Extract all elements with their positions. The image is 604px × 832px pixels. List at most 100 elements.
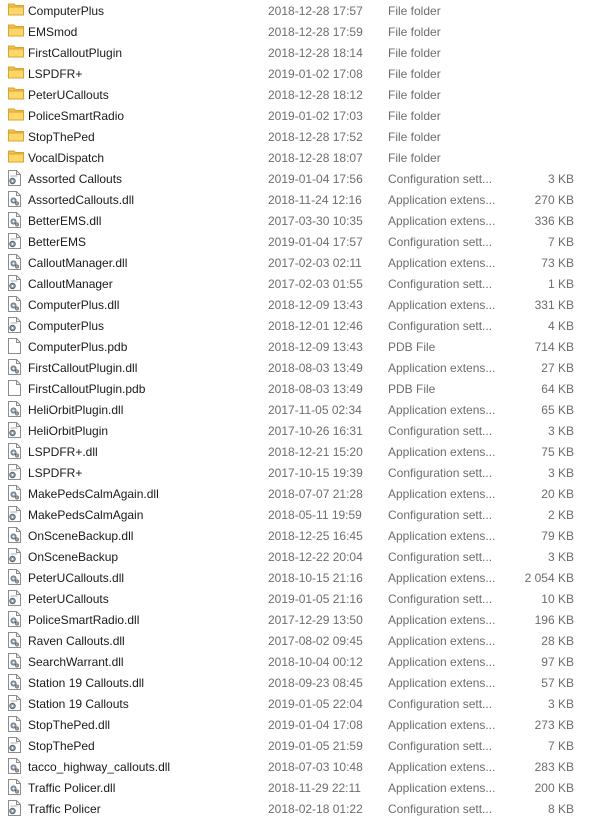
dll-file-icon (8, 674, 22, 690)
file-date-modified: 2018-12-28 17:59 (268, 25, 363, 39)
file-date-modified: 2018-12-22 20:04 (268, 550, 363, 564)
file-row[interactable]: FirstCalloutPlugin.dll 2018-08-03 13:49 Ap… (0, 357, 604, 378)
dll-file-icon (8, 191, 22, 207)
file-name: BetterEMS.dll (28, 214, 102, 228)
file-date-modified: 2018-09-23 08:45 (268, 676, 363, 690)
file-row[interactable]: Traffic Policer 2018-02-18 01:22 Configura… (0, 798, 604, 819)
file-row[interactable]: BetterEMS.dll 2017-03-30 10:35 Application… (0, 210, 604, 231)
file-row[interactable]: EMSmod 2018-12-28 17:59 File folder (0, 21, 604, 42)
folder-icon (8, 65, 24, 81)
file-row[interactable]: SearchWarrant.dll 2018-10-04 00:12 Applica… (0, 651, 604, 672)
file-row[interactable]: PeterUCallouts 2018-12-28 18:12 File folde… (0, 84, 604, 105)
file-type: Configuration sett... (388, 466, 493, 480)
file-type: Application extens... (388, 193, 496, 207)
file-row[interactable]: Raven Callouts.dll 2017-08-02 09:45 Applic… (0, 630, 604, 651)
file-row[interactable]: StopThePed 2019-01-05 21:59 Configuration … (0, 735, 604, 756)
file-row[interactable]: HeliOrbitPlugin 2017-10-26 16:31 Configura… (0, 420, 604, 441)
file-name: MakePedsCalmAgain.dll (28, 487, 159, 501)
file-row[interactable]: PoliceSmartRadio 2019-01-02 17:03 File fol… (0, 105, 604, 126)
file-row[interactable]: Traffic Policer.dll 2018-11-29 22:11 Appli… (0, 777, 604, 798)
file-row[interactable]: Station 19 Callouts.dll 2018-09-23 08:45 A… (0, 672, 604, 693)
file-name: LSPDFR+.dll (28, 445, 98, 459)
file-date-modified: 2017-02-03 02:11 (268, 256, 362, 270)
file-row[interactable]: CalloutManager 2017-02-03 01:55 Configurat… (0, 273, 604, 294)
file-date-modified: 2019-01-04 17:56 (268, 172, 363, 186)
file-row[interactable]: PoliceSmartRadio.dll 2017-12-29 13:50 Appl… (0, 609, 604, 630)
dll-file-icon (8, 716, 22, 732)
file-name: tacco_highway_callouts.dll (28, 760, 171, 774)
file-type: Configuration sett... (388, 592, 493, 606)
file-type: Configuration sett... (388, 739, 493, 753)
file-row[interactable]: ComputerPlus 2018-12-28 17:57 File folder (0, 0, 604, 21)
file-type: Configuration sett... (388, 235, 493, 249)
file-date-modified: 2019-01-05 22:04 (268, 697, 363, 711)
config-file-icon (8, 464, 22, 480)
config-file-icon (8, 422, 22, 438)
file-row[interactable]: MakePedsCalmAgain 2018-05-11 19:59 Configu… (0, 504, 604, 525)
file-name: MakePedsCalmAgain (28, 508, 144, 522)
file-row[interactable]: ComputerPlus.dll 2018-12-09 13:43 Applicat… (0, 294, 604, 315)
file-type: File folder (388, 4, 441, 18)
file-type: PDB File (388, 340, 436, 354)
file-row[interactable]: LSPDFR+.dll 2018-12-21 15:20 Application e… (0, 441, 604, 462)
file-row[interactable]: LSPDFR+ 2019-01-02 17:08 File folder (0, 63, 604, 84)
file-row[interactable]: MakePedsCalmAgain.dll 2018-07-07 21:28 App… (0, 483, 604, 504)
folder-icon (8, 86, 24, 102)
file-date-modified: 2018-12-25 16:45 (268, 529, 363, 543)
file-date-modified: 2018-12-28 17:52 (268, 130, 363, 144)
file-name: CalloutManager (28, 277, 113, 291)
file-size: 3 KB (547, 697, 574, 711)
file-list: ComputerPlus 2018-12-28 17:57 File folder E… (0, 0, 604, 819)
file-type: Application extens... (388, 655, 496, 669)
file-row[interactable]: LSPDFR+ 2017-10-15 19:39 Configuration set… (0, 462, 604, 483)
folder-icon (8, 149, 24, 165)
file-type: Application extens... (388, 403, 496, 417)
file-name: FirstCalloutPlugin (28, 46, 123, 60)
file-row[interactable]: AssortedCallouts.dll 2018-11-24 12:16 Appl… (0, 189, 604, 210)
file-row[interactable]: Station 19 Callouts 2019-01-05 22:04 Confi… (0, 693, 604, 714)
file-row[interactable]: StopThePed.dll 2019-01-04 17:08 Applicatio… (0, 714, 604, 735)
file-name: StopThePed (28, 130, 95, 144)
dll-file-icon (8, 758, 22, 774)
config-file-icon (8, 737, 22, 753)
file-row[interactable]: ComputerPlus.pdb 2018-12-09 13:43 PDB File… (0, 336, 604, 357)
dll-file-icon (8, 653, 22, 669)
file-row[interactable]: tacco_highway_callouts.dll 2018-07-03 10:… (0, 756, 604, 777)
file-row[interactable]: OnSceneBackup 2018-12-22 20:04 Configurati… (0, 546, 604, 567)
file-row[interactable]: CalloutManager.dll 2017-02-03 02:11 Applic… (0, 252, 604, 273)
file-type: Application extens... (388, 571, 496, 585)
file-date-modified: 2019-01-02 17:03 (268, 109, 363, 123)
dll-file-icon (8, 254, 22, 270)
file-type: Configuration sett... (388, 550, 493, 564)
file-type: Application extens... (388, 214, 496, 228)
file-row[interactable]: FirstCalloutPlugin 2018-12-28 18:14 File f… (0, 42, 604, 63)
file-row[interactable]: OnSceneBackup.dll 2018-12-25 16:45 Applica… (0, 525, 604, 546)
file-type: File folder (388, 130, 441, 144)
file-name: AssortedCallouts.dll (28, 193, 135, 207)
file-row[interactable]: Assorted Callouts 2019-01-04 17:56 Configu… (0, 168, 604, 189)
blank-file-icon (8, 338, 22, 354)
file-row[interactable]: PeterUCallouts.dll 2018-10-15 21:16 Applic… (0, 567, 604, 588)
file-name: VocalDispatch (28, 151, 105, 165)
file-date-modified: 2018-11-24 12:16 (268, 193, 362, 207)
file-type: Configuration sett... (388, 424, 493, 438)
file-name: FirstCalloutPlugin.dll (28, 361, 138, 375)
file-date-modified: 2018-12-28 18:14 (268, 46, 363, 60)
file-row[interactable]: BetterEMS 2019-01-04 17:57 Configuration s… (0, 231, 604, 252)
file-row[interactable]: VocalDispatch 2018-12-28 18:07 File folder (0, 147, 604, 168)
file-date-modified: 2018-11-29 22:11 (268, 781, 361, 795)
file-date-modified: 2018-12-28 17:57 (268, 4, 363, 18)
config-file-icon (8, 317, 22, 333)
file-name: Station 19 Callouts (28, 697, 129, 711)
folder-icon (8, 107, 24, 123)
file-row[interactable]: PeterUCallouts 2019-01-05 21:16 Configurat… (0, 588, 604, 609)
file-size: 3 KB (547, 550, 574, 564)
config-file-icon (8, 590, 22, 606)
file-row[interactable]: StopThePed 2018-12-28 17:52 File folder (0, 126, 604, 147)
file-type: File folder (388, 46, 441, 60)
file-row[interactable]: ComputerPlus 2018-12-01 12:46 Configuratio… (0, 315, 604, 336)
file-date-modified: 2019-01-02 17:08 (268, 67, 363, 81)
file-date-modified: 2019-01-04 17:08 (268, 718, 363, 732)
file-row[interactable]: HeliOrbitPlugin.dll 2017-11-05 02:34 Appli… (0, 399, 604, 420)
file-row[interactable]: FirstCalloutPlugin.pdb 2018-08-03 13:49 PD… (0, 378, 604, 399)
